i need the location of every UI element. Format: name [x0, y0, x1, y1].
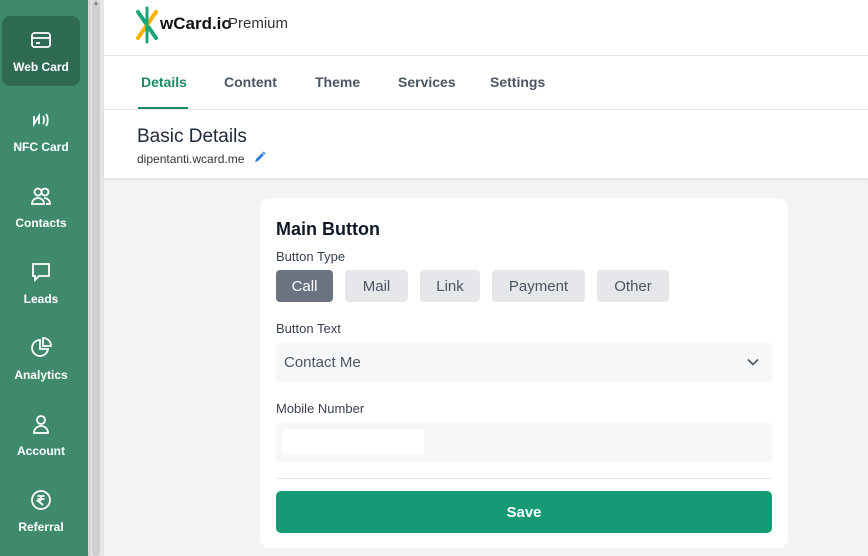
sidebar-item-label: Analytics: [14, 368, 68, 382]
divider: [276, 478, 772, 479]
type-payment-button[interactable]: Payment: [492, 270, 585, 302]
button-text-value: Contact Me: [284, 354, 361, 371]
mobile-number-value: [282, 429, 424, 455]
user-icon: [33, 415, 49, 434]
sidebar-item-label: Contacts: [15, 216, 67, 230]
card-icon: [31, 32, 51, 48]
tab-bar: Details Content Theme Services Settings: [104, 56, 868, 110]
pie-chart-icon: [31, 337, 52, 357]
sidebar-item-leads[interactable]: Leads: [2, 248, 80, 318]
sidebar-item-label: Leads: [23, 292, 59, 306]
pencil-icon[interactable]: [253, 150, 267, 164]
main-button-card: Main Button Button Type Call Mail Link P…: [260, 198, 788, 548]
basic-details-panel: Basic Details dipentanti.wcard.me: [104, 110, 868, 178]
sidebar-item-nfc-card[interactable]: NFC Card: [2, 96, 80, 166]
sidebar-item-label: NFC Card: [13, 140, 69, 154]
type-other-button[interactable]: Other: [597, 270, 669, 302]
sidebar-item-referral[interactable]: Referral: [2, 476, 80, 546]
page-title: Basic Details: [137, 126, 247, 147]
contacts-icon: [31, 187, 51, 205]
button-text-select[interactable]: Contact Me: [276, 342, 772, 382]
tab-details[interactable]: Details: [141, 74, 187, 90]
sidebar: Web Card NFC Card Contacts Leads Analyti…: [0, 0, 88, 556]
scroll-up-icon[interactable]: ▲: [92, 0, 100, 8]
sidebar-item-label: Referral: [18, 520, 64, 534]
tab-theme[interactable]: Theme: [315, 74, 360, 90]
wcard-logo-icon: [136, 6, 158, 44]
plan-label: Premium: [228, 15, 289, 32]
type-link-button[interactable]: Link: [420, 270, 480, 302]
mobile-number-input[interactable]: [276, 422, 772, 462]
header: wCard.io Premium: [104, 0, 868, 56]
rupee-icon: [31, 490, 51, 510]
tab-settings[interactable]: Settings: [490, 74, 545, 90]
active-tab-indicator: [138, 107, 188, 109]
tab-services[interactable]: Services: [398, 74, 456, 90]
tab-content[interactable]: Content: [224, 74, 277, 90]
card-title: Main Button: [276, 219, 380, 239]
nfc-icon: [33, 112, 49, 128]
sidebar-item-web-card[interactable]: Web Card: [2, 16, 80, 86]
button-text-label: Button Text: [276, 321, 341, 336]
mobile-number-label: Mobile Number: [276, 401, 365, 416]
sidebar-item-analytics[interactable]: Analytics: [2, 324, 80, 394]
brand-name: wCard.io: [160, 14, 232, 33]
sidebar-item-label: Web Card: [13, 60, 69, 74]
scrollbar-thumb[interactable]: [92, 0, 100, 556]
card-url: dipentanti.wcard.me: [137, 152, 245, 166]
type-mail-button[interactable]: Mail: [345, 270, 408, 302]
chat-icon: [32, 263, 50, 283]
sidebar-item-account[interactable]: Account: [2, 400, 80, 470]
button-type-label: Button Type: [276, 249, 346, 264]
save-button[interactable]: Save: [276, 491, 772, 533]
sidebar-item-contacts[interactable]: Contacts: [2, 172, 80, 242]
chevron-down-icon: [747, 358, 759, 366]
sidebar-item-label: Account: [17, 444, 65, 458]
type-call-button[interactable]: Call: [276, 270, 333, 302]
